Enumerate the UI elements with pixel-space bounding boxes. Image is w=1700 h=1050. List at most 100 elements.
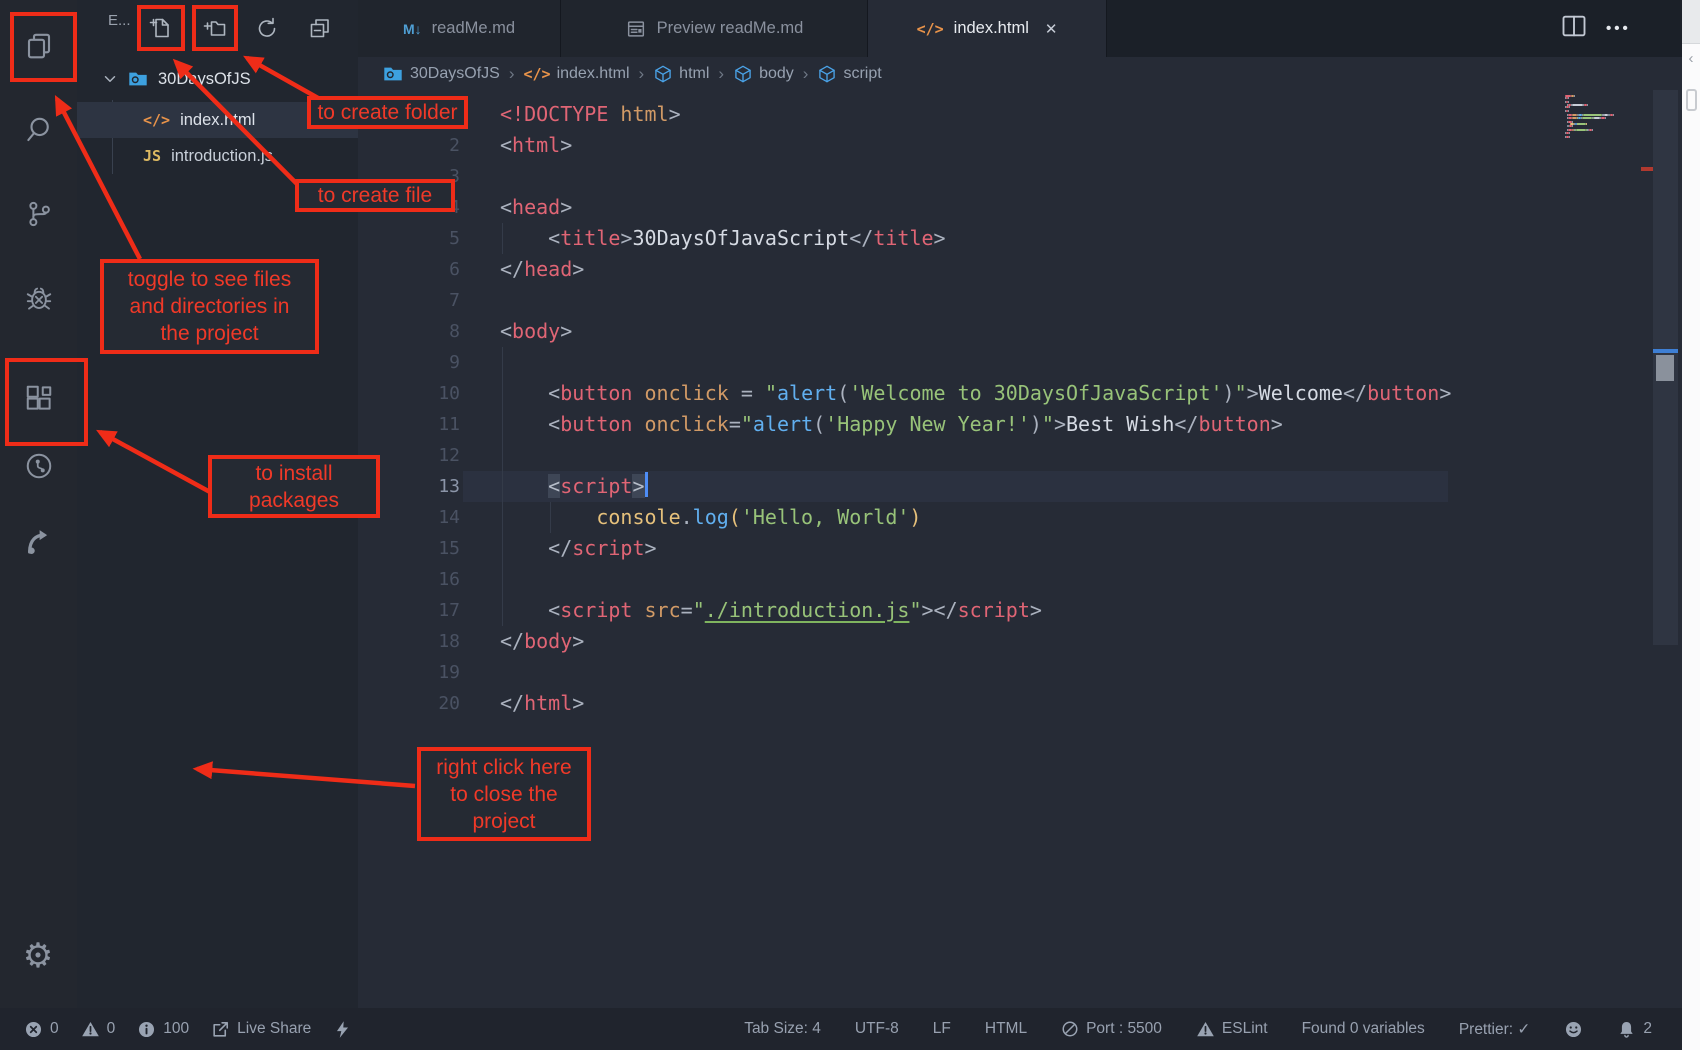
activity-item-source-control[interactable]: [0, 182, 77, 246]
status-errors[interactable]: 0: [24, 1020, 59, 1039]
markdown-icon: M↓: [403, 21, 422, 37]
new-file-button[interactable]: [139, 6, 183, 50]
cube-icon: [653, 64, 673, 84]
explorer-sidebar: E... 30DaysOfJS </>index.htmlJSintroducti…: [77, 0, 358, 1008]
code-line-19: 19: [358, 657, 1588, 688]
code-line-8: 8<body>: [358, 316, 1588, 347]
minimap-line: [1577, 123, 1586, 125]
breadcrumb-item-body[interactable]: body: [733, 64, 794, 84]
slash-circle-icon: [1061, 1020, 1079, 1038]
status-prettier[interactable]: Prettier: ✓: [1459, 1020, 1531, 1039]
line-number: 13: [358, 471, 460, 502]
breadcrumb-separator: ›: [801, 64, 811, 84]
folder-icon: [127, 68, 149, 90]
activity-item-explorer[interactable]: [0, 14, 77, 78]
warning-triangle-icon: [1196, 1020, 1215, 1039]
code-line-2: 2<html>: [358, 130, 1588, 161]
split-editor-icon[interactable]: [1560, 12, 1588, 45]
code-line-7: 7: [358, 285, 1588, 316]
more-actions-button[interactable]: •••: [1606, 20, 1631, 37]
tab-preview-readme-md[interactable]: Preview readMe.md: [561, 0, 868, 57]
status-language-mode[interactable]: HTML: [985, 1020, 1027, 1038]
status-quick-action[interactable]: [333, 1020, 352, 1039]
minimap[interactable]: [1563, 95, 1650, 215]
minimap-line: [1587, 104, 1588, 106]
new-folder-button[interactable]: [193, 6, 237, 50]
status-label: 2: [1643, 1020, 1652, 1038]
code-line-4: 4<head>: [358, 192, 1588, 223]
activity-item-live-share[interactable]: [0, 434, 77, 498]
breadcrumb-item-30daysofjs[interactable]: 30DaysOfJS: [382, 63, 500, 85]
minimap-line: [1569, 106, 1570, 108]
status-port[interactable]: Port : 5500: [1061, 1020, 1162, 1038]
extensions-icon: [24, 383, 54, 413]
code-text: </html>: [500, 688, 584, 719]
breadcrumb-label: script: [843, 65, 881, 83]
line-number: 20: [358, 688, 460, 719]
line-number: 10: [358, 378, 460, 409]
editor-actions: •••: [1560, 0, 1682, 57]
status-label: ESLint: [1222, 1020, 1268, 1038]
activity-item-run-debug[interactable]: [0, 266, 77, 330]
minimap-line: [1605, 117, 1606, 119]
line-number: 15: [358, 533, 460, 564]
debug-icon: [24, 283, 54, 313]
minimap-line: [1613, 114, 1614, 116]
breadcrumb-item-html[interactable]: html: [653, 64, 709, 84]
code-editor[interactable]: 1<!DOCTYPE html>2<html>34<head>5 <title>…: [358, 90, 1700, 1008]
activity-item-search[interactable]: [0, 98, 77, 162]
status-tab-size[interactable]: Tab Size: 4: [744, 1020, 821, 1038]
tab-readme-md[interactable]: M↓readMe.md: [358, 0, 561, 57]
tab-index-html[interactable]: </>index.html✕: [868, 0, 1107, 57]
folder-row-30daysofjs[interactable]: 30DaysOfJS: [77, 60, 358, 98]
settings-gear-icon[interactable]: ⚙: [10, 928, 66, 984]
breadcrumb-item-index-html[interactable]: </>index.html: [523, 65, 629, 83]
line-number: 19: [358, 657, 460, 688]
status-warnings[interactable]: 0: [81, 1020, 116, 1039]
activity-item-extensions[interactable]: [0, 366, 77, 430]
file-row-index-html[interactable]: </>index.html: [77, 102, 358, 138]
code-text: <html>: [500, 130, 572, 161]
status-bar: 0 0 100 Live Share Tab Size: 4 UTF-8 LF HTML Po…: [0, 1008, 1700, 1050]
status-info-count[interactable]: 100: [137, 1020, 189, 1039]
status-variables[interactable]: Found 0 variables: [1302, 1020, 1425, 1038]
file-label: index.html: [180, 111, 255, 130]
overview-cursor-marker: [1653, 349, 1678, 353]
status-eol[interactable]: LF: [933, 1020, 951, 1038]
folder-icon: [382, 63, 404, 85]
line-number: 18: [358, 626, 460, 657]
cube-icon: [733, 64, 753, 84]
minimap-line: [1592, 129, 1593, 131]
code-text: <head>: [500, 192, 572, 223]
line-number: 1: [358, 99, 460, 130]
line-number: 17: [358, 595, 460, 626]
close-tab-icon[interactable]: ✕: [1045, 20, 1058, 38]
status-label: 0: [50, 1020, 59, 1038]
minimap-error-marker: [1641, 167, 1653, 171]
breadcrumb-item-script[interactable]: script: [817, 64, 881, 84]
code-line-6: 6</head>: [358, 254, 1588, 285]
code-line-17: 17 <script src="./introduction.js"></scr…: [358, 595, 1588, 626]
preview-icon: [625, 18, 647, 40]
line-number: 12: [358, 440, 460, 471]
minimap-line: [1568, 110, 1569, 112]
status-label: Live Share: [237, 1020, 311, 1038]
refresh-button[interactable]: [245, 6, 289, 50]
activity-item-share[interactable]: [0, 510, 77, 574]
status-feedback[interactable]: [1564, 1020, 1583, 1039]
file-row-introduction-js[interactable]: JSintroduction.js: [77, 138, 358, 174]
smiley-icon: [1564, 1020, 1583, 1039]
status-encoding[interactable]: UTF-8: [855, 1020, 899, 1038]
status-notifications[interactable]: 2: [1617, 1020, 1652, 1039]
minimap-line: [1569, 136, 1570, 138]
status-right-group: Tab Size: 4 UTF-8 LF HTML Port : 5500 ESLint F…: [744, 1020, 1652, 1039]
external-window-edge: ‹: [1682, 0, 1700, 1050]
rounded-square-icon: [1686, 89, 1697, 111]
status-eslint[interactable]: ESLint: [1196, 1020, 1268, 1039]
code-line-20: 20 </html>: [358, 688, 1588, 719]
status-label: Tab Size: 4: [744, 1020, 821, 1038]
scrollbar-thumb[interactable]: [1656, 355, 1674, 381]
explorer-title: E...: [108, 12, 131, 29]
status-live-share[interactable]: Live Share: [211, 1020, 311, 1039]
collapse-all-button[interactable]: [298, 6, 342, 50]
